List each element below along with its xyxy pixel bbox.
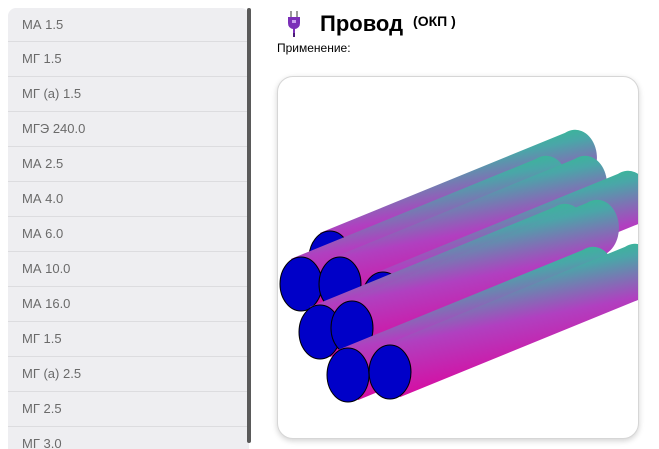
sidebar-item[interactable]: МГЭ 240.0	[8, 112, 249, 147]
sidebar-item[interactable]: МГ (а) 1.5	[8, 77, 249, 112]
plug-icon	[288, 11, 300, 37]
wire-bundle-image	[279, 129, 638, 403]
sidebar-item[interactable]: МА 1.5	[8, 8, 249, 42]
sidebar-item[interactable]: МА 10.0	[8, 252, 249, 287]
sidebar-item[interactable]: МА 4.0	[8, 182, 249, 217]
sidebar-scrollbar[interactable]	[247, 8, 251, 443]
sidebar-item[interactable]: МГ 1.5	[8, 42, 249, 77]
sidebar-item[interactable]: МА 6.0	[8, 217, 249, 252]
sidebar-item[interactable]: МА 2.5	[8, 147, 249, 182]
wire-list-sidebar: МА 1.5 МГ 1.5 МГ (а) 1.5 МГЭ 240.0 МА 2.…	[8, 8, 249, 449]
wire-end-cap	[326, 347, 370, 403]
sidebar-item[interactable]: МГ 3.0	[8, 427, 249, 449]
wire-image-card	[277, 76, 639, 439]
page-header: Провод (ОКП )	[286, 9, 456, 39]
wire-end-cap	[279, 256, 323, 312]
sidebar-item[interactable]: МА 16.0	[8, 287, 249, 322]
page-title: Провод	[320, 11, 404, 36]
sidebar-item[interactable]: МГ (а) 2.5	[8, 357, 249, 392]
sidebar-item[interactable]: МГ 2.5	[8, 392, 249, 427]
sidebar-item[interactable]: МГ 1.5	[8, 322, 249, 357]
wire-end-cap	[368, 344, 412, 400]
usage-label: Применение:	[277, 41, 351, 55]
page-subtitle: (ОКП )	[413, 13, 456, 29]
